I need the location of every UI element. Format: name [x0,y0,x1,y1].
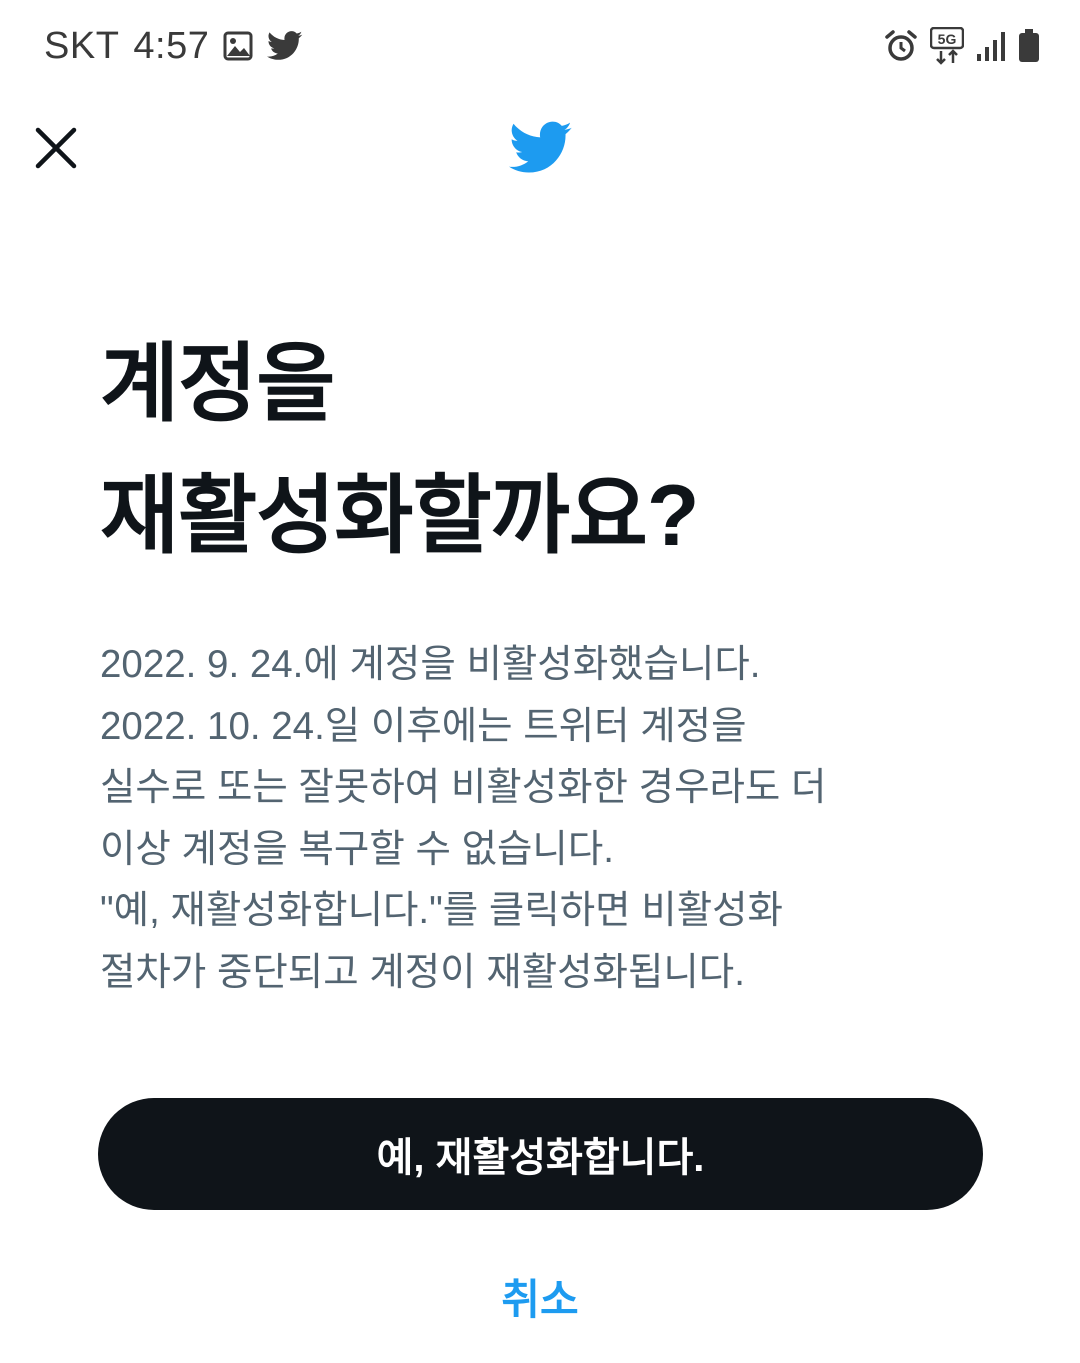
svg-text:5G: 5G [938,31,957,47]
status-bar-left: SKT 4:57 [44,24,303,68]
alarm-icon [884,29,918,63]
status-bar: SKT 4:57 5G [0,0,1080,92]
description-line: 실수로 또는 잘못하여 비활성화한 경우라도 더 [100,766,827,809]
5g-data-icon: 5G [930,27,964,65]
status-bar-right: 5G [884,24,1040,68]
description-line: "예, 재활성화합니다."를 클릭하면 비활성화 [100,889,783,932]
description-line: 2022. 10. 24.일 이후에는 트위터 계정을 [100,704,747,748]
page-title-line: 재활성화할까요? [100,468,699,564]
dialog-description: 2022. 9. 24.에 계정을 비활성화했습니다. 2022. 10. 24… [100,634,1000,1003]
description-line: 2022. 9. 24.에 계정을 비활성화했습니다. [100,643,761,686]
twitter-logo [509,120,573,176]
close-icon [35,127,77,169]
twitter-notification-icon [267,31,303,61]
clock: 4:57 [133,24,210,67]
description-line: 절차가 중단되고 계정이 재활성화됩니다. [100,950,745,994]
carrier-label: SKT [44,24,120,67]
twitter-bird-icon [509,121,572,173]
gallery-icon [223,31,253,61]
cancel-button-label: 취소 [501,1275,579,1323]
reactivate-button[interactable]: 예, 재활성화합니다. [98,1098,983,1210]
close-button[interactable] [26,118,86,178]
page-title: 계정을 재활성화할까요? [100,318,980,582]
description-line: 이상 계정을 복구할 수 없습니다. [100,827,614,871]
page-title-line: 계정을 [100,336,335,432]
cancel-button[interactable]: 취소 [440,1266,640,1326]
battery-icon [1018,29,1040,63]
reactivate-button-label: 예, 재활성화합니다. [376,1136,705,1180]
signal-icon [976,30,1006,62]
